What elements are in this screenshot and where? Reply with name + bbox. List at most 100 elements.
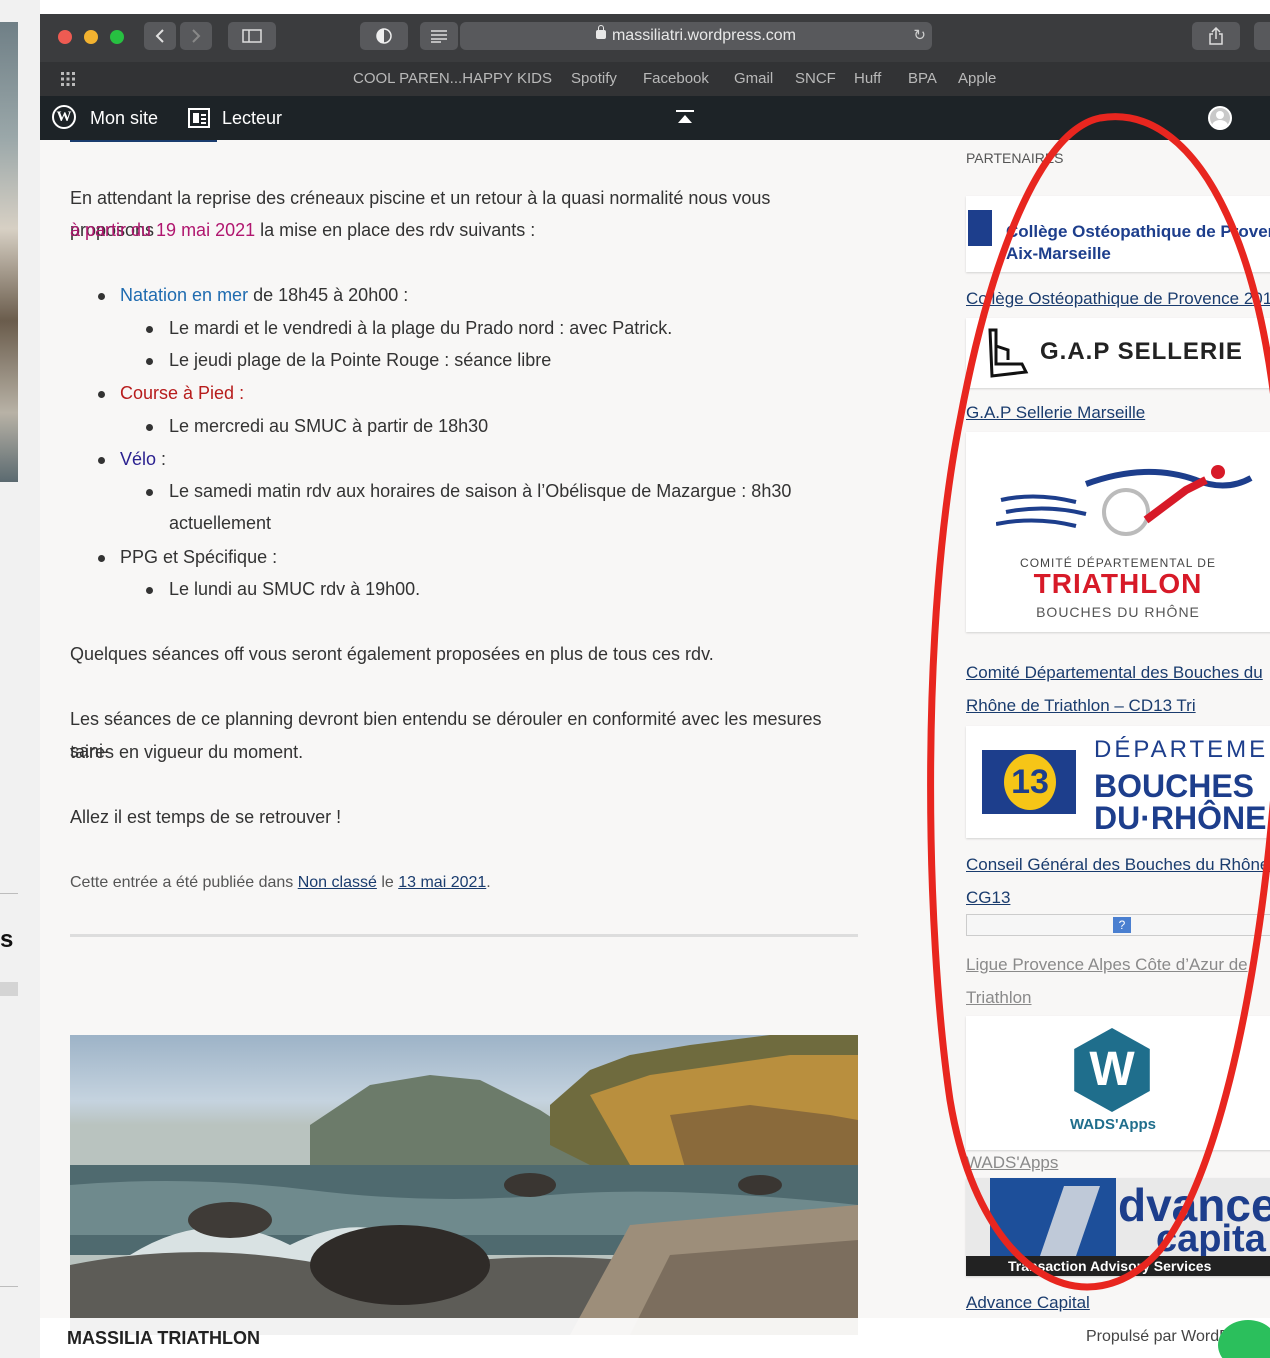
list-item-text: de 18h45 à 20h00 : (248, 285, 409, 305)
browser-toolbar: massiliatri.wordpress.com ↻ (40, 14, 1270, 62)
partner-link[interactable]: Conseil Général des Bouches du Rhône – (966, 848, 1270, 881)
article-paragraph: à partir du 19 mai 2021 la mise en place… (70, 214, 858, 246)
category-link[interactable]: Non classé (298, 874, 377, 891)
privacy-report-button[interactable] (360, 22, 408, 50)
partner-link[interactable]: CG13 (966, 881, 1010, 914)
grid-icon[interactable] (60, 71, 76, 87)
partner-link[interactable]: Rhône de Triathlon – CD13 Tri (966, 689, 1196, 722)
logo-text: Transaction Advisory Services (966, 1256, 1270, 1276)
background-photo (0, 22, 18, 482)
partner-link[interactable]: Advance Capital (966, 1286, 1090, 1319)
department-logo-icon: 13 (982, 750, 1076, 814)
wads-logo-badge: W (1074, 1028, 1150, 1112)
saddle-icon (988, 328, 1029, 378)
partner-link[interactable]: G.A.P Sellerie Marseille (966, 396, 1145, 429)
list-bullet (146, 587, 153, 594)
partner-logo[interactable]: Collège Ostéopathique de Provence Aix-Ma… (966, 196, 1270, 272)
minimize-window-button[interactable] (84, 30, 98, 44)
partner-logo[interactable]: G.A.P SELLERIE (966, 318, 1270, 388)
partner-logo[interactable]: W WADS'Apps (966, 1016, 1270, 1150)
background-window: s (0, 0, 40, 1358)
sidebar-toggle-button[interactable] (228, 22, 276, 50)
list-item-link[interactable]: Natation en mer (120, 285, 248, 305)
sidebar-icon (242, 29, 262, 43)
header-image (70, 1035, 858, 1335)
collapse-bar-icon[interactable] (676, 110, 694, 124)
bookmark-item[interactable]: SNCF (795, 62, 836, 96)
osteopathy-logo-icon (968, 210, 992, 246)
bookmark-item[interactable]: Gmail (734, 62, 773, 96)
background-divider (0, 893, 18, 894)
date-link[interactable]: à partir du 19 mai 2021 (70, 220, 255, 240)
reader-icon[interactable] (188, 108, 210, 128)
reload-icon[interactable]: ↻ (913, 22, 926, 50)
lock-icon (595, 25, 606, 39)
list-item-link[interactable]: Vélo (120, 449, 156, 469)
bookmark-item[interactable]: Facebook (643, 62, 709, 96)
close-window-button[interactable] (58, 30, 72, 44)
bookmark-item[interactable]: BPA (908, 62, 937, 96)
logo-text: WADS'Apps (1069, 1116, 1157, 1133)
widget-title: PARTENAIRES (966, 150, 1064, 166)
avatar[interactable] (1208, 106, 1232, 130)
bookmark-item[interactable]: Spotify (571, 62, 617, 96)
logo-text: DÉPARTEMENT (1094, 736, 1270, 763)
my-site-link[interactable]: Mon site (90, 96, 158, 140)
list-subitem: Le jeudi plage de la Pointe Rouge : séan… (169, 350, 552, 370)
reader-link[interactable]: Lecteur (222, 96, 282, 140)
partner-link[interactable]: Collège Ostéopathique de Provence 2017 (966, 282, 1270, 315)
entry-meta: Cette entrée a été publiée dans Non clas… (70, 867, 858, 899)
partner-link[interactable]: Comité Départemental des Bouches du (966, 656, 1263, 689)
partner-link[interactable]: WADS'Apps (966, 1146, 1058, 1179)
list-subitem: Le mercredi au SMUC à partir de 18h30 (169, 416, 489, 436)
shield-icon (376, 28, 392, 44)
bookmarks-bar: COOL PAREN...HAPPY KIDS Spotify Facebook… (40, 62, 1270, 96)
partner-link[interactable]: Ligue Provence Alpes Côte d’Azur de (966, 948, 1248, 981)
article-paragraph: Allez il est temps de se retrouver ! (70, 807, 342, 827)
list-bullet (98, 555, 105, 562)
list-item-text: : (267, 547, 278, 567)
broken-image-placeholder[interactable]: ? (966, 914, 1270, 936)
list-bullet (146, 489, 153, 496)
list-item: Vélo : (120, 443, 860, 475)
partner-logo[interactable]: COMITÉ DÉPARTEMENTAL DE TRIATHLON BOUCHE… (966, 432, 1270, 632)
tabs-button[interactable] (1254, 22, 1270, 50)
wordpress-icon[interactable]: W (52, 105, 76, 129)
list-subitem: Le mardi et le vendredi à la plage du Pr… (169, 318, 673, 338)
forward-button[interactable] (180, 22, 212, 50)
wp-admin-bar: W Mon site Lecteur (40, 96, 1270, 140)
bookmark-item[interactable]: COOL PAREN...HAPPY KIDS (353, 62, 552, 96)
partner-logo[interactable]: dvance capita Transaction Advisory Servi… (966, 1178, 1270, 1276)
address-bar[interactable]: massiliatri.wordpress.com ↻ (460, 22, 932, 50)
background-divider (0, 1286, 18, 1287)
reader-mode-icon (431, 30, 447, 43)
background-text-fragment: s (0, 926, 14, 953)
list-item-label: PPG et Spécifique (120, 547, 268, 567)
back-button[interactable] (144, 22, 176, 50)
list-bullet (98, 391, 105, 398)
partner-logo[interactable]: 13 DÉPARTEMENT BOUCHES DU·RHÔNE (966, 726, 1270, 838)
partner-link[interactable]: Triathlon (966, 981, 1032, 1014)
browser-window: massiliatri.wordpress.com ↻ COOL PAREN..… (40, 14, 1270, 1358)
logo-text: DU·RHÔNE (1094, 800, 1267, 836)
share-button[interactable] (1192, 22, 1240, 50)
bookmark-item[interactable]: Huff (854, 62, 881, 96)
article-text: la mise en place des rdv suivants : (255, 220, 536, 240)
reader-view-button[interactable] (420, 22, 458, 50)
entry-meta-text: . (486, 874, 491, 891)
date-permalink[interactable]: 13 mai 2021 (398, 874, 486, 891)
logo-text: BOUCHES DU RHÔNE (1036, 604, 1200, 620)
list-item-link[interactable]: Course à Pied : (120, 383, 244, 403)
missing-image-icon: ? (1113, 917, 1131, 933)
chevron-right-icon (192, 29, 201, 43)
share-icon (1209, 26, 1223, 45)
department-number-badge: 13 (1004, 754, 1056, 810)
site-title[interactable]: MASSILIA TRIATHLON (67, 1328, 260, 1349)
article-paragraph: taires en vigueur du moment. (70, 742, 304, 762)
bookmark-item[interactable]: Apple (958, 62, 996, 96)
list-item: PPG et Spécifique : (120, 541, 860, 573)
maximize-window-button[interactable] (110, 30, 124, 44)
powered-by-link[interactable]: Propulsé par WordP (1086, 1328, 1230, 1346)
list-bullet (146, 358, 153, 365)
list-bullet (98, 293, 105, 300)
